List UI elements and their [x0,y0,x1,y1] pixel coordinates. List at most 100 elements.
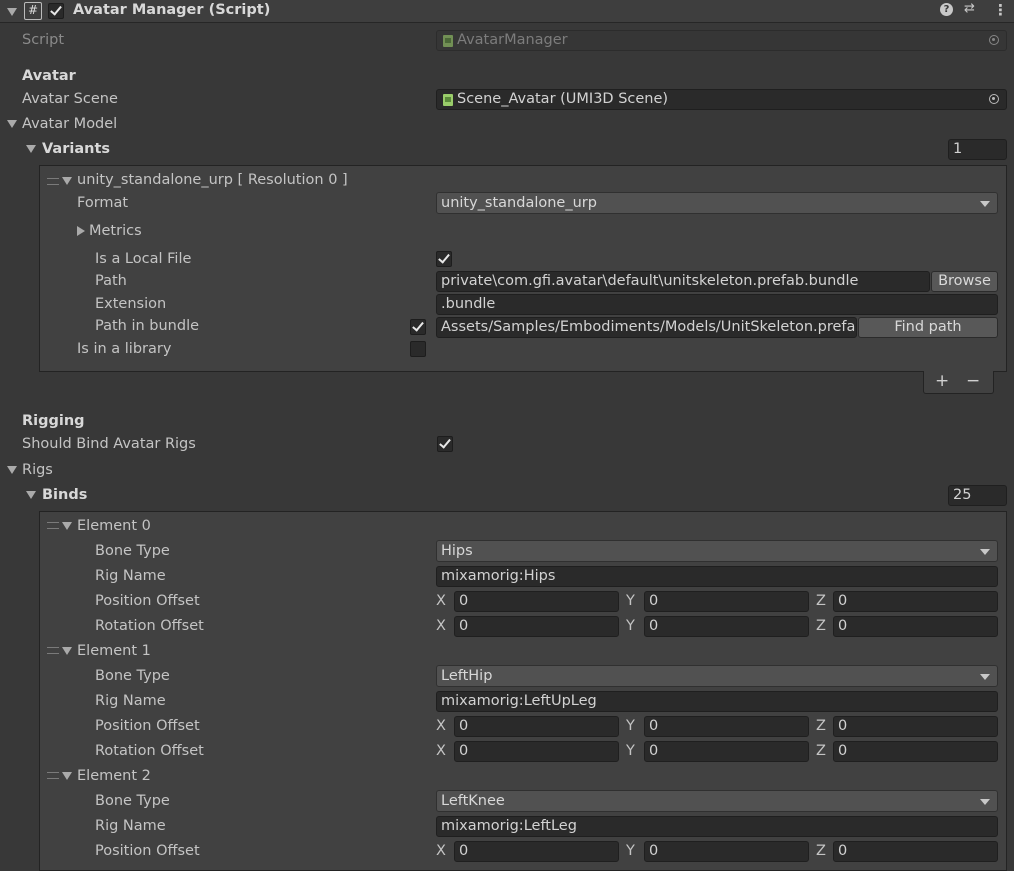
local-file-checkbox[interactable] [436,251,452,267]
avatar-scene-field[interactable]: Scene_Avatar (UMI3D Scene) [436,89,1007,110]
avatar-model-foldout-icon[interactable] [7,120,17,128]
rotation-y-field[interactable]: 0 [644,616,809,637]
x-axis-label: X [436,718,446,734]
avatar-scene-label: Avatar Scene [22,91,118,107]
script-label: Script [22,32,65,48]
element-title[interactable]: Element 0 [77,518,151,534]
position-z-field[interactable]: 0 [833,841,998,862]
browse-button[interactable]: Browse [931,271,998,292]
y-axis-label: Y [626,743,635,759]
list-footer [923,371,994,394]
bone-type-dropdown[interactable]: LeftHip [436,665,998,687]
position-offset-label: Position Offset [95,593,200,609]
drag-handle-icon[interactable] [47,772,59,779]
element-foldout-icon[interactable] [62,772,72,780]
variants-count-field[interactable]: 1 [948,139,1007,160]
path-in-bundle-checkbox[interactable] [410,319,426,335]
rig-name-label: Rig Name [95,693,166,709]
metrics-label[interactable]: Metrics [89,223,142,239]
position-offset-label: Position Offset [95,718,200,734]
y-axis-label: Y [626,718,635,734]
y-axis-label: Y [626,843,635,859]
path-in-bundle-field[interactable]: Assets/Samples/Embodiments/Models/UnitSk… [436,317,857,338]
object-picker-icon[interactable] [989,94,999,104]
rotation-offset-label: Rotation Offset [95,743,204,759]
find-path-button[interactable]: Find path [858,317,998,338]
binds-foldout-icon[interactable] [26,491,36,499]
scene-asset-icon [443,94,453,106]
chevron-down-icon [980,674,990,680]
path-field[interactable]: private\com.gfi.avatar\default\unitskele… [436,271,930,292]
script-asset-icon [443,35,453,47]
chevron-down-icon [980,201,990,207]
script-hash-icon: # [24,2,42,20]
variants-label[interactable]: Variants [42,141,110,157]
drag-handle-icon[interactable] [47,647,59,654]
bone-type-label: Bone Type [95,793,170,809]
rigs-foldout-icon[interactable] [7,466,17,474]
element-title[interactable]: Element 2 [77,768,151,784]
presets-icon[interactable]: ⇄ [964,1,975,16]
help-icon[interactable]: ? [940,3,953,16]
x-axis-label: X [436,618,446,634]
rig-name-label: Rig Name [95,568,166,584]
element-foldout-icon[interactable] [62,647,72,655]
position-z-field[interactable]: 0 [833,591,998,612]
z-axis-label: Z [816,743,826,759]
position-y-field[interactable]: 0 [644,716,809,737]
rotation-x-field[interactable]: 0 [454,616,619,637]
chevron-down-icon [980,549,990,555]
z-axis-label: Z [816,593,826,609]
position-offset-label: Position Offset [95,843,200,859]
in-library-label: Is in a library [77,341,172,357]
avatar-model-label[interactable]: Avatar Model [22,116,117,132]
bind-rigs-checkbox[interactable] [437,436,453,452]
component-enabled-checkbox[interactable] [48,3,64,19]
avatar-section-title: Avatar [22,68,76,84]
extension-field[interactable]: .bundle [436,294,998,315]
rig-name-field[interactable]: mixamorig:LeftLeg [436,816,998,837]
position-z-field[interactable]: 0 [833,716,998,737]
element-foldout-icon[interactable] [62,522,72,530]
rotation-x-field[interactable]: 0 [454,741,619,762]
z-axis-label: Z [816,618,826,634]
rig-name-field[interactable]: mixamorig:LeftUpLeg [436,691,998,712]
z-axis-label: Z [816,718,826,734]
rig-name-label: Rig Name [95,818,166,834]
metrics-foldout-icon[interactable] [77,226,85,236]
variants-foldout-icon[interactable] [26,145,36,153]
variant-title[interactable]: unity_standalone_urp [ Resolution 0 ] [77,172,348,188]
format-dropdown[interactable]: unity_standalone_urp [436,192,998,214]
add-element-button[interactable]: + [935,371,949,391]
bone-type-dropdown[interactable]: LeftKnee [436,790,998,812]
position-x-field[interactable]: 0 [454,716,619,737]
position-x-field[interactable]: 0 [454,841,619,862]
binds-count-field[interactable]: 25 [948,485,1007,506]
rotation-z-field[interactable]: 0 [833,616,998,637]
context-menu-icon[interactable]: ⋮ [993,1,1008,19]
position-x-field[interactable]: 0 [454,591,619,612]
rotation-z-field[interactable]: 0 [833,741,998,762]
variant-foldout-icon[interactable] [62,177,72,185]
position-y-field[interactable]: 0 [644,841,809,862]
rotation-y-field[interactable]: 0 [644,741,809,762]
element-title[interactable]: Element 1 [77,643,151,659]
rig-name-field[interactable]: mixamorig:Hips [436,566,998,587]
remove-element-button[interactable]: − [966,371,980,391]
format-label: Format [77,195,129,211]
header-foldout-icon[interactable] [7,8,17,16]
rigs-label[interactable]: Rigs [22,462,53,478]
x-axis-label: X [436,593,446,609]
local-file-label: Is a Local File [95,251,192,267]
path-in-bundle-label: Path in bundle [95,318,200,334]
drag-handle-icon[interactable] [47,522,59,529]
in-library-checkbox[interactable] [410,341,426,357]
bone-type-dropdown[interactable]: Hips [436,540,998,562]
z-axis-label: Z [816,843,826,859]
position-y-field[interactable]: 0 [644,591,809,612]
chevron-down-icon [980,799,990,805]
binds-label[interactable]: Binds [42,487,87,503]
extension-label: Extension [95,296,167,312]
drag-handle-icon[interactable] [47,178,59,185]
y-axis-label: Y [626,593,635,609]
